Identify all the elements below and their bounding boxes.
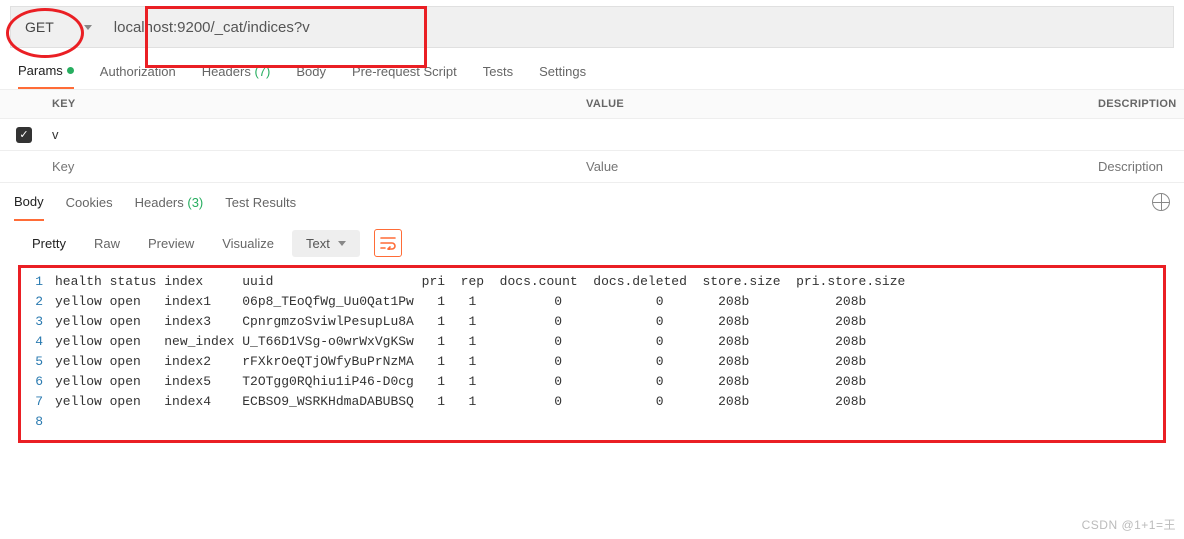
code-line: 8	[27, 412, 1157, 432]
col-desc: DESCRIPTION	[1094, 90, 1184, 118]
line-number: 3	[27, 312, 55, 332]
tab-params-label: Params	[18, 63, 63, 78]
line-number: 4	[27, 332, 55, 352]
params-row: ✓	[0, 119, 1184, 151]
resp-tab-cookies[interactable]: Cookies	[66, 183, 113, 221]
globe-icon[interactable]	[1152, 193, 1170, 211]
chevron-down-icon	[84, 25, 92, 30]
request-headers-count: (7)	[254, 64, 270, 79]
tab-headers[interactable]: Headers (7)	[202, 54, 271, 89]
chevron-down-icon	[338, 241, 346, 246]
line-number: 8	[27, 412, 55, 432]
line-number: 6	[27, 372, 55, 392]
response-headers-count: (3)	[187, 195, 203, 210]
line-number: 5	[27, 352, 55, 372]
code-line: 5yellow open index2 rFXkrOeQTjOWfyBuPrNz…	[27, 352, 1157, 372]
tab-tests[interactable]: Tests	[483, 54, 513, 89]
line-content: yellow open index3 CpnrgmzoSviwlPesupLu8…	[55, 312, 866, 332]
tab-params[interactable]: Params	[18, 54, 74, 89]
line-content: yellow open index2 rFXkrOeQTjOWfyBuPrNzM…	[55, 352, 866, 372]
body-mode-label: Text	[306, 236, 330, 251]
params-header-row: KEY VALUE DESCRIPTION	[0, 90, 1184, 119]
params-row-empty	[0, 151, 1184, 183]
http-method-label: GET	[25, 19, 54, 35]
line-content: yellow open index5 T2OTgg0RQhiu1iP46-D0c…	[55, 372, 866, 392]
response-text[interactable]: 1health status index uuid pri rep docs.c…	[27, 272, 1157, 432]
code-line: 2yellow open index1 06p8_TEoQfWg_Uu0Qat1…	[27, 292, 1157, 312]
params-table: KEY VALUE DESCRIPTION ✓	[0, 90, 1184, 183]
params-active-dot-icon	[67, 67, 74, 74]
view-visualize[interactable]: Visualize	[208, 230, 288, 257]
response-highlight-box: 1health status index uuid pri rep docs.c…	[18, 265, 1166, 443]
http-method-select[interactable]: GET	[11, 7, 106, 47]
code-line: 1health status index uuid pri rep docs.c…	[27, 272, 1157, 292]
wrap-icon	[380, 236, 396, 250]
request-tabs: Params Authorization Headers (7) Body Pr…	[0, 54, 1184, 90]
view-raw[interactable]: Raw	[80, 230, 134, 257]
param-enable-checkbox[interactable]: ✓	[16, 127, 32, 143]
line-content: yellow open index4 ECBSO9_WSRKHdmaDABUBS…	[55, 392, 866, 412]
col-value: VALUE	[582, 90, 1094, 118]
param-desc-input[interactable]	[1098, 159, 1180, 174]
tab-prerequest[interactable]: Pre-request Script	[352, 54, 457, 89]
view-preview[interactable]: Preview	[134, 230, 208, 257]
tab-body[interactable]: Body	[296, 54, 326, 89]
body-mode-select[interactable]: Text	[292, 230, 360, 257]
code-line: 6yellow open index5 T2OTgg0RQhiu1iP46-D0…	[27, 372, 1157, 392]
code-line: 4yellow open new_index U_T66D1VSg-o0wrWx…	[27, 332, 1157, 352]
code-line: 3yellow open index3 CpnrgmzoSviwlPesupLu…	[27, 312, 1157, 332]
param-desc-input[interactable]	[1098, 127, 1180, 142]
watermark-text: CSDN @1+1=王	[1082, 516, 1176, 533]
code-line: 7yellow open index4 ECBSO9_WSRKHdmaDABUB…	[27, 392, 1157, 412]
request-url-bar: GET	[10, 6, 1174, 48]
resp-tab-headers[interactable]: Headers (3)	[135, 183, 204, 221]
line-number: 1	[27, 272, 55, 292]
resp-tab-body[interactable]: Body	[14, 183, 44, 221]
wrap-lines-button[interactable]	[374, 229, 402, 257]
line-content: yellow open index1 06p8_TEoQfWg_Uu0Qat1P…	[55, 292, 866, 312]
tab-authorization[interactable]: Authorization	[100, 54, 176, 89]
response-view-toolbar: Pretty Raw Preview Visualize Text	[0, 221, 1184, 265]
line-number: 7	[27, 392, 55, 412]
line-content: yellow open new_index U_T66D1VSg-o0wrWxV…	[55, 332, 866, 352]
response-bar: Body Cookies Headers (3) Test Results	[0, 183, 1184, 221]
param-value-input[interactable]	[586, 159, 1090, 174]
param-key-input[interactable]	[52, 159, 578, 174]
col-key: KEY	[48, 90, 582, 118]
param-key-input[interactable]	[52, 127, 578, 142]
request-url-input[interactable]	[106, 7, 1173, 47]
param-value-input[interactable]	[586, 127, 1090, 142]
tab-settings[interactable]: Settings	[539, 54, 586, 89]
response-body-area: 1health status index uuid pri rep docs.c…	[0, 265, 1184, 453]
line-number: 2	[27, 292, 55, 312]
resp-tab-test-results[interactable]: Test Results	[225, 183, 296, 221]
line-content: health status index uuid pri rep docs.co…	[55, 272, 913, 292]
view-pretty[interactable]: Pretty	[18, 230, 80, 257]
